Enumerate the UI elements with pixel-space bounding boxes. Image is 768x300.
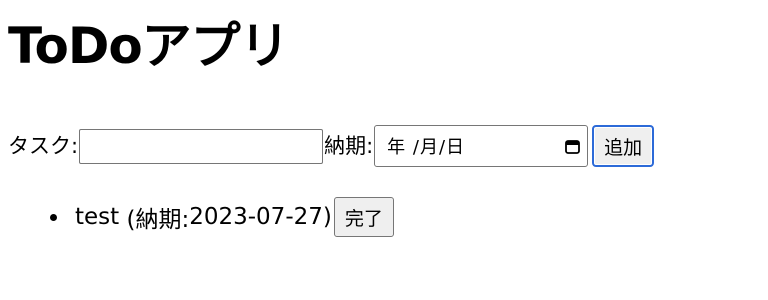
add-task-form: タスク: 納期: 年 /月/日 追加 (8, 125, 655, 167)
todo-app-page: ToDoアプリ タスク: 納期: 年 /月/日 追加 test (納期: 202… (0, 0, 768, 300)
todo-spacer (119, 204, 126, 230)
list-item: test (納期: 2023-07-27 ) 完了 (42, 196, 394, 238)
task-label: タスク: (8, 134, 79, 158)
complete-button[interactable]: 完了 (333, 197, 394, 237)
page-title: ToDoアプリ (8, 17, 290, 75)
todo-text: test (75, 204, 120, 230)
task-input[interactable] (79, 128, 324, 164)
due-date-label: 納期: (324, 134, 374, 158)
todo-due-prefix: (納期: (126, 207, 190, 233)
due-date-input[interactable]: 年 /月/日 (374, 125, 589, 167)
todo-list: test (納期: 2023-07-27 ) 完了 (42, 196, 394, 238)
bullet-icon (50, 213, 57, 221)
date-placeholder: 年 /月/日 (387, 137, 466, 158)
todo-due-suffix: ) (322, 204, 332, 230)
todo-due-date: 2023-07-27 (189, 204, 323, 230)
add-button[interactable]: 追加 (592, 125, 655, 167)
calendar-icon[interactable] (563, 137, 581, 155)
